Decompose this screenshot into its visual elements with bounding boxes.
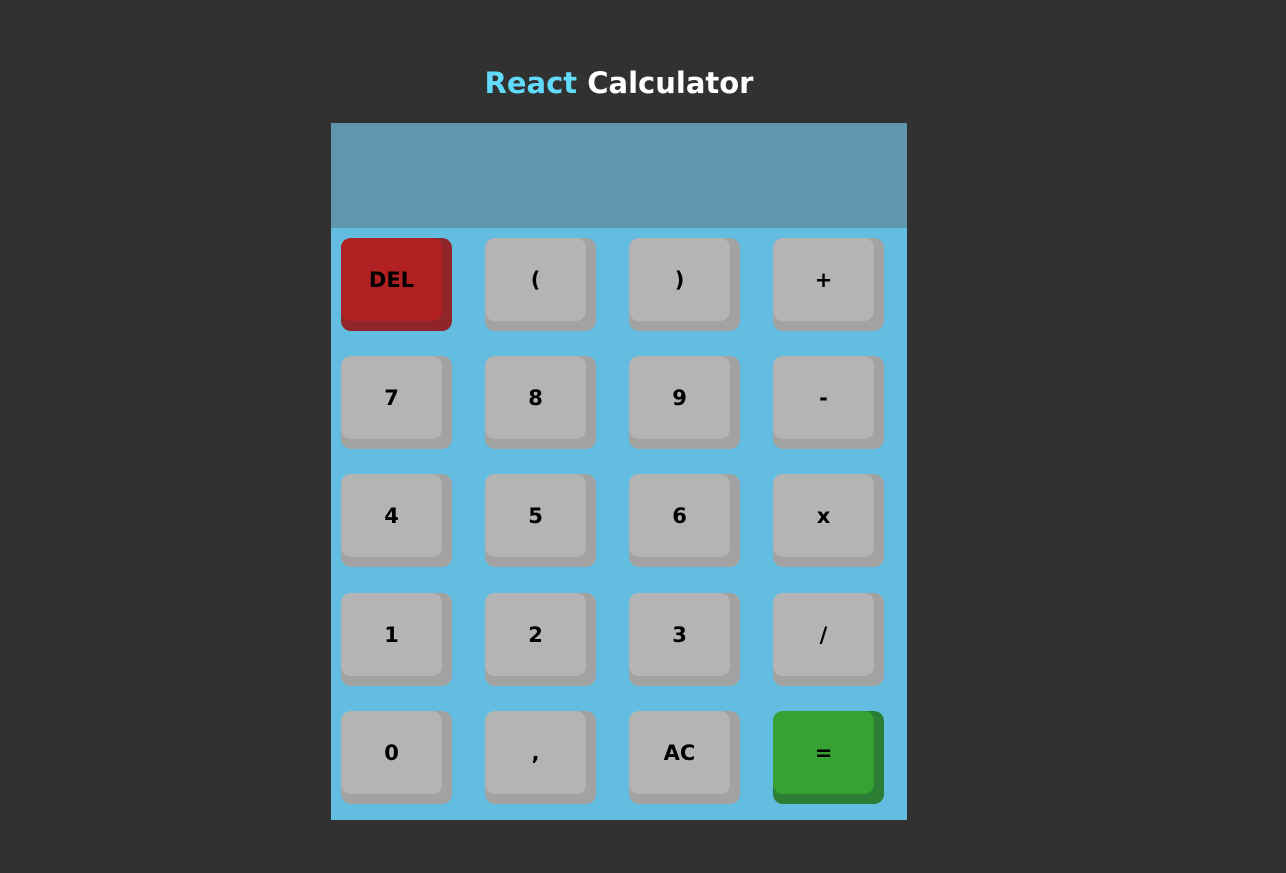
three-button-label: 3 xyxy=(629,593,730,676)
open-paren-button[interactable]: ( xyxy=(485,238,596,331)
nine-button-label: 9 xyxy=(629,356,730,439)
four-button-label: 4 xyxy=(341,474,442,557)
one-button[interactable]: 1 xyxy=(341,593,452,686)
five-button-label: 5 xyxy=(485,474,586,557)
multiply-button-label: x xyxy=(773,474,874,557)
four-button[interactable]: 4 xyxy=(341,474,452,567)
close-paren-button[interactable]: ) xyxy=(629,238,740,331)
six-button[interactable]: 6 xyxy=(629,474,740,567)
divide-button[interactable]: / xyxy=(773,593,884,686)
six-button-label: 6 xyxy=(629,474,730,557)
delete-button[interactable]: DEL xyxy=(341,238,452,331)
close-paren-button-label: ) xyxy=(629,238,730,321)
minus-button-label: - xyxy=(773,356,874,439)
calculator-display xyxy=(331,123,907,228)
comma-button[interactable]: , xyxy=(485,711,596,804)
plus-button-label: + xyxy=(773,238,874,321)
minus-button[interactable]: - xyxy=(773,356,884,449)
plus-button[interactable]: + xyxy=(773,238,884,331)
eight-button-label: 8 xyxy=(485,356,586,439)
nine-button[interactable]: 9 xyxy=(629,356,740,449)
page-title: React Calculator xyxy=(0,62,1238,104)
title-calculator: Calculator xyxy=(587,66,754,100)
seven-button[interactable]: 7 xyxy=(341,356,452,449)
multiply-button[interactable]: x xyxy=(773,474,884,567)
seven-button-label: 7 xyxy=(341,356,442,439)
all-clear-button-label: AC xyxy=(629,711,730,794)
zero-button-label: 0 xyxy=(341,711,442,794)
calculator: DEL ( ) + 7 8 9 - 4 5 6 x 1 2 3 / 0 , AC… xyxy=(331,123,907,820)
two-button-label: 2 xyxy=(485,593,586,676)
two-button[interactable]: 2 xyxy=(485,593,596,686)
comma-button-label: , xyxy=(485,711,586,794)
open-paren-button-label: ( xyxy=(485,238,586,321)
equals-button[interactable]: = xyxy=(773,711,884,804)
divide-button-label: / xyxy=(773,593,874,676)
eight-button[interactable]: 8 xyxy=(485,356,596,449)
equals-button-label: = xyxy=(773,711,874,794)
three-button[interactable]: 3 xyxy=(629,593,740,686)
one-button-label: 1 xyxy=(341,593,442,676)
zero-button[interactable]: 0 xyxy=(341,711,452,804)
delete-button-label: DEL xyxy=(341,238,442,321)
five-button[interactable]: 5 xyxy=(485,474,596,567)
title-react: React xyxy=(484,66,578,100)
all-clear-button[interactable]: AC xyxy=(629,711,740,804)
